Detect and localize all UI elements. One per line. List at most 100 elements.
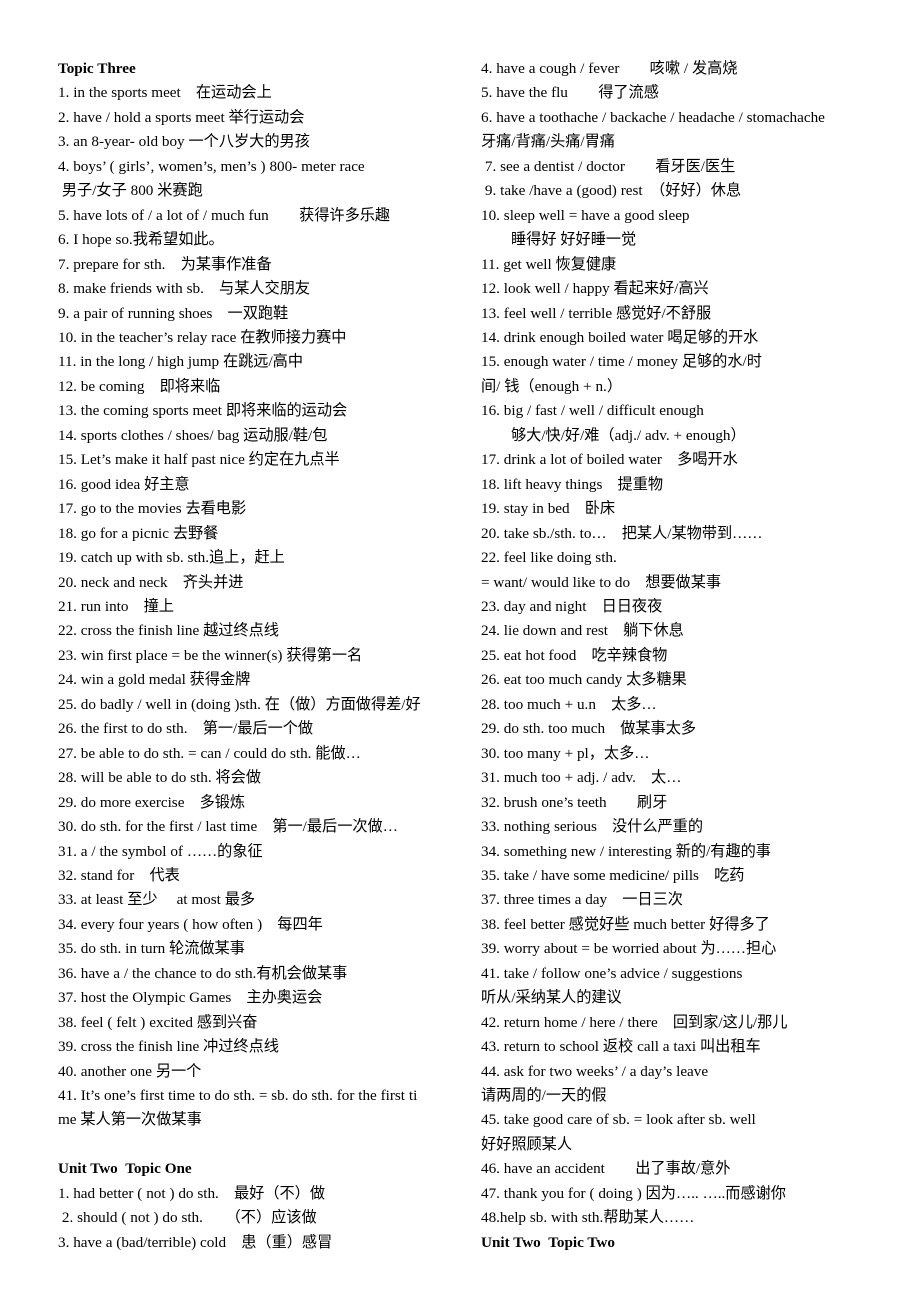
right-column-entry: 6. have a toothache / backache / headach… (481, 108, 825, 126)
left-column-entry: me 某人第一次做某事 (58, 1111, 202, 1129)
left-column-entry: 37. host the Olympic Games 主办奥运会 (58, 989, 323, 1007)
two-column-layout: Topic Three 1. in the sports meet 在运动会上 2.… (58, 57, 884, 1255)
left-column-entry: 1. had better ( not ) do sth. 最好（不）做 (58, 1184, 325, 1202)
left-column-entry: 38. feel ( felt ) excited 感到兴奋 (58, 1013, 258, 1031)
left-column-entry: 23. win first place = be the winner(s) 获… (58, 646, 363, 664)
left-column-entry: 41. It’s one’s first time to do sth. = s… (58, 1087, 418, 1105)
right-column-entry: 37. three times a day 一日三次 (481, 891, 683, 909)
left-column-entry: 12. be coming 即将来临 (58, 377, 221, 395)
right-column-entry: 38. feel better 感觉好些 much better 好得多了 (481, 915, 770, 933)
left-column-entry: 26. the first to do sth. 第一/最后一个做 (58, 720, 314, 738)
left-column-entry: 31. a / the symbol of ……的象征 (58, 842, 263, 860)
right-column-entry: 12. look well / happy 看起来好/高兴 (481, 280, 709, 298)
right-column-entry: 48.help sb. with sth.帮助某人…… (481, 1209, 695, 1227)
left-column-entry: 21. run into 撞上 (58, 597, 174, 615)
right-text-column: 4. have a cough / fever 咳嗽 / 发高烧 5. have … (472, 57, 886, 1255)
right-column-entry: 24. lie down and rest 躺下休息 (481, 622, 684, 640)
left-column-entry: 27. be able to do sth. = can / could do … (58, 744, 361, 762)
left-column-entry: 32. stand for 代表 (58, 866, 180, 884)
right-column-entry: 47. thank you for ( doing ) 因为….. …..而感谢… (481, 1184, 786, 1202)
right-column-entry: 41. take / follow one’s advice / suggest… (481, 964, 743, 982)
right-column-entry: 10. sleep well = have a good sleep (481, 206, 690, 224)
right-column-entry: 听从/采纳某人的建议 (481, 989, 622, 1007)
right-column-entry: 32. brush one’s teeth 刷牙 (481, 793, 668, 811)
right-column-entry: 7. see a dentist / doctor 看牙医/医生 (481, 157, 736, 175)
right-column-entry: 44. ask for two weeks’ / a day’s leave (481, 1062, 709, 1080)
left-column-entry: 30. do sth. for the first / last time 第一… (58, 818, 398, 836)
left-column-entry: 19. catch up with sb. sth.追上，赶上 (58, 549, 285, 567)
left-column-entry: 33. at least 至少 at most 最多 (58, 891, 256, 909)
left-column-entry: 24. win a gold medal 获得金牌 (58, 671, 251, 689)
right-column-entry: 35. take / have some medicine/ pills 吃药 (481, 866, 745, 884)
right-column-entry: 13. feel well / terrible 感觉好/不舒服 (481, 304, 712, 322)
left-column-entry: 3. an 8-year- old boy 一个八岁大的男孩 (58, 133, 310, 151)
left-column-entry: 17. go to the movies 去看电影 (58, 500, 247, 518)
left-column-entry: 2. have / hold a sports meet 举行运动会 (58, 108, 305, 126)
right-column-entry: 31. much too + adj. / adv. 太… (481, 769, 682, 787)
right-column-entry: 17. drink a lot of boiled water 多喝开水 (481, 451, 738, 469)
right-column-entry: 够大/快/好/难（adj./ adv. + enough） (511, 426, 746, 444)
left-column-entry: 4. boys’ ( girls’, women’s, men’s ) 800-… (58, 157, 365, 175)
left-column-entry: 34. every four years ( how often ) 每四年 (58, 915, 323, 933)
right-column-entry: 19. stay in bed 卧床 (481, 500, 616, 518)
right-column-entry: = want/ would like to do 想要做某事 (481, 573, 722, 591)
left-column-entry (58, 1133, 472, 1157)
right-column-entry: 14. drink enough boiled water 喝足够的开水 (481, 328, 759, 346)
left-column-entry: 39. cross the finish line 冲过终点线 (58, 1038, 279, 1056)
left-column-heading: Topic Three (58, 60, 136, 77)
left-column-entry: 18. go for a picnic 去野餐 (58, 524, 219, 542)
right-column-entry: 5. have the flu 得了流感 (481, 84, 659, 102)
left-column-entry: 9. a pair of running shoes 一双跑鞋 (58, 304, 289, 322)
left-column-entry: 35. do sth. in turn 轮流做某事 (58, 940, 245, 958)
right-column-entry: 20. take sb./sth. to… 把某人/某物带到…… (481, 524, 763, 542)
left-column-entry: 1. in the sports meet 在运动会上 (58, 84, 272, 102)
left-column-entry: 14. sports clothes / shoes/ bag 运动服/鞋/包 (58, 426, 328, 444)
left-column-entry: 11. in the long / high jump 在跳远/高中 (58, 353, 303, 371)
right-column-entry: 33. nothing serious 没什么严重的 (481, 818, 704, 836)
left-column-entry: 3. have a (bad/terrible) cold 患（重）感冒 (58, 1233, 333, 1251)
right-column-entry: 43. return to school 返校 call a taxi 叫出租车 (481, 1038, 761, 1056)
left-column-entry: 13. the coming sports meet 即将来临的运动会 (58, 402, 348, 420)
right-column-entry: 18. lift heavy things 提重物 (481, 475, 664, 493)
right-column-heading: Unit Two Topic Two (481, 1233, 615, 1251)
right-column-entry: 请两周的/一天的假 (481, 1087, 607, 1105)
right-column-entry: 好好照顾某人 (481, 1135, 573, 1153)
left-column-entry: 6. I hope so.我希望如此。 (58, 231, 224, 249)
right-column-entry: 睡得好 好好睡一觉 (511, 231, 637, 249)
document-page: Topic Three 1. in the sports meet 在运动会上 2.… (0, 0, 920, 1302)
left-column-entry: 22. cross the finish line 越过终点线 (58, 622, 279, 640)
left-column-entry: 2. should ( not ) do sth. （不）应该做 (58, 1209, 317, 1227)
right-column-entry: 46. have an accident 出了事故/意外 (481, 1160, 731, 1178)
left-column-entry: 16. good idea 好主意 (58, 475, 190, 493)
right-column-entry: 26. eat too much candy 太多糖果 (481, 671, 687, 689)
left-column-entry: 8. make friends with sb. 与某人交朋友 (58, 280, 311, 298)
right-column-entry: 28. too much + u.n 太多… (481, 695, 657, 713)
right-column-entry: 16. big / fast / well / difficult enough (481, 402, 704, 420)
left-column-entry: 10. in the teacher’s relay race 在教师接力赛中 (58, 328, 347, 346)
left-column-entry: 15. Let’s make it half past nice 约定在九点半 (58, 451, 340, 469)
left-column-heading: Unit Two Topic One (58, 1160, 192, 1178)
left-column-entry: 7. prepare for sth. 为某事作准备 (58, 255, 272, 273)
right-column-entry: 42. return home / here / there 回到家/这儿/那儿 (481, 1013, 788, 1031)
left-column-entry: 28. will be able to do sth. 将会做 (58, 769, 261, 787)
left-text-column: Topic Three 1. in the sports meet 在运动会上 2.… (58, 57, 472, 1255)
right-column-entry: 25. eat hot food 吃辛辣食物 (481, 646, 668, 664)
left-column-entry: 20. neck and neck 齐头并进 (58, 573, 244, 591)
left-column-entry: 36. have a / the chance to do sth.有机会做某事 (58, 964, 348, 982)
right-column-entry: 间/ 钱（enough + n.） (481, 377, 622, 395)
right-column-entry: 23. day and night 日日夜夜 (481, 597, 663, 615)
right-column-entry: 4. have a cough / fever 咳嗽 / 发高烧 (481, 60, 738, 77)
left-column-entry: 25. do badly / well in (doing )sth. 在（做）… (58, 695, 421, 713)
right-column-entry: 22. feel like doing sth. (481, 549, 617, 567)
right-column-entry: 39. worry about = be worried about 为……担心 (481, 940, 777, 958)
left-column-entry: 男子/女子 800 米赛跑 (58, 182, 203, 200)
right-column-entry: 29. do sth. too much 做某事太多 (481, 720, 697, 738)
left-column-entry: 5. have lots of / a lot of / much fun 获得… (58, 206, 391, 224)
right-column-entry: 9. take /have a (good) rest （好好）休息 (481, 182, 742, 200)
left-column-entry: 40. another one 另一个 (58, 1062, 202, 1080)
right-column-entry: 11. get well 恢复健康 (481, 255, 617, 273)
right-column-entry: 34. something new / interesting 新的/有趣的事 (481, 842, 771, 860)
right-column-entry: 牙痛/背痛/头痛/胃痛 (481, 133, 615, 151)
left-column-entry: 29. do more exercise 多锻炼 (58, 793, 246, 811)
right-column-entry: 15. enough water / time / money 足够的水/时 (481, 353, 762, 371)
